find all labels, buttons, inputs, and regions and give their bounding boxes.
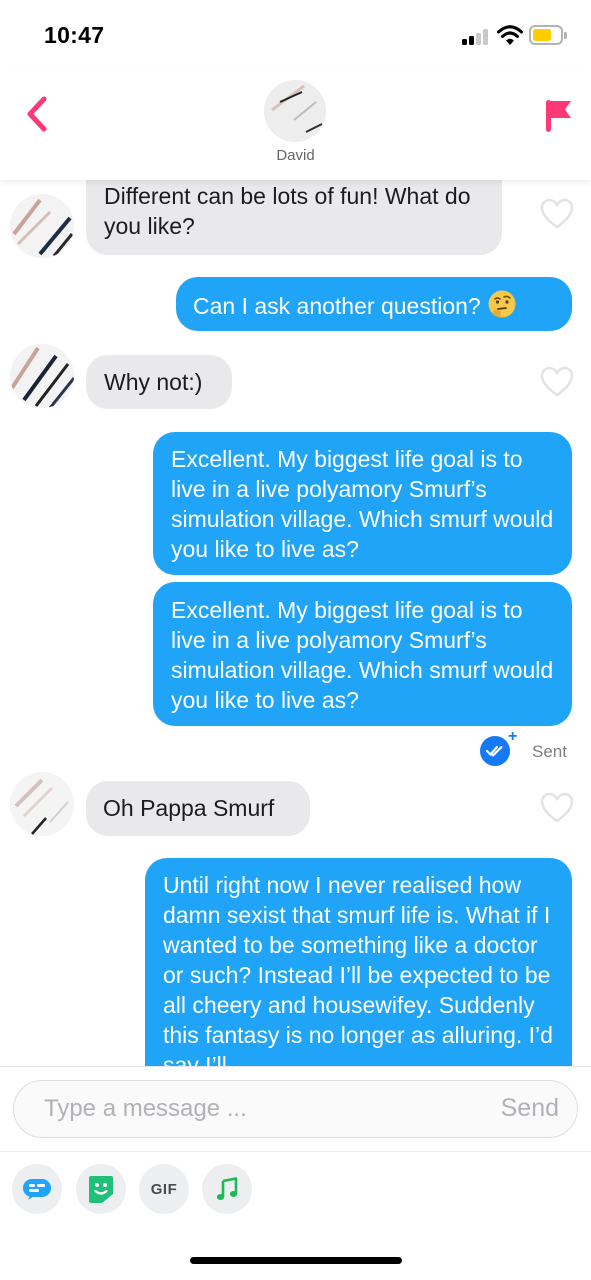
message-text: Why not:) xyxy=(104,369,203,395)
divider xyxy=(0,1151,591,1152)
message-list[interactable]: Different can be lots of fun! What do yo… xyxy=(0,180,591,1066)
chat-header: David xyxy=(0,70,591,180)
music-note-icon xyxy=(216,1177,238,1200)
music-button[interactable] xyxy=(202,1164,252,1214)
gif-label: GIF xyxy=(150,1180,178,1198)
message-text: Excellent. My biggest life goal is to li… xyxy=(171,597,554,713)
like-heart-icon[interactable] xyxy=(540,792,574,824)
message-status: + Sent xyxy=(480,728,580,768)
back-button[interactable] xyxy=(14,90,58,138)
outgoing-message[interactable]: Excellent. My biggest life goal is to li… xyxy=(153,432,572,575)
report-button[interactable] xyxy=(536,94,580,138)
contact-avatar[interactable] xyxy=(10,344,74,408)
plus-icon: + xyxy=(508,728,518,745)
contact-avatar[interactable] xyxy=(10,772,74,836)
message-text: Excellent. My biggest life goal is to li… xyxy=(171,446,554,562)
double-check-icon xyxy=(485,745,503,757)
cellular-signal-icon xyxy=(462,29,490,45)
smart-reply-button[interactable] xyxy=(12,1164,62,1214)
read-receipt-icon[interactable] xyxy=(480,736,510,766)
message-input-container: Send xyxy=(13,1080,578,1138)
message-text: Different can be lots of fun! What do yo… xyxy=(104,183,471,239)
contact-name: David xyxy=(276,147,315,164)
outgoing-message[interactable]: Excellent. My biggest life goal is to li… xyxy=(153,582,572,726)
message-composer: Send GIF xyxy=(0,1066,591,1280)
send-button[interactable]: Send xyxy=(501,1094,559,1123)
battery-icon xyxy=(529,25,567,45)
wifi-icon xyxy=(497,25,523,45)
message-text: Until right now I never realised how dam… xyxy=(163,872,553,1066)
message-input[interactable] xyxy=(44,1081,464,1137)
message-text: Can I ask another question? xyxy=(193,293,481,319)
avatar-photo xyxy=(264,80,326,142)
like-heart-icon[interactable] xyxy=(540,198,574,230)
like-heart-icon[interactable] xyxy=(540,366,574,398)
avatar-photo xyxy=(10,344,74,408)
contact-avatar[interactable] xyxy=(264,80,326,142)
avatar-photo xyxy=(10,772,74,836)
status-bar: 10:47 xyxy=(0,0,591,70)
avatar-photo xyxy=(10,194,74,258)
chevron-left-icon xyxy=(27,96,47,132)
flag-icon xyxy=(546,100,571,132)
message-card-icon xyxy=(23,1179,51,1200)
outgoing-message[interactable]: Until right now I never realised how dam… xyxy=(145,858,572,1066)
sticker-button[interactable] xyxy=(76,1164,126,1214)
gif-button[interactable]: GIF xyxy=(139,1164,189,1214)
sticker-icon xyxy=(89,1176,113,1203)
home-indicator xyxy=(190,1257,402,1264)
message-text: Oh Pappa Smurf xyxy=(103,795,275,821)
sent-label: Sent xyxy=(532,742,567,761)
incoming-message[interactable]: Oh Pappa Smurf xyxy=(86,781,310,836)
thinking-face-icon xyxy=(488,290,516,318)
contact-avatar[interactable] xyxy=(10,194,74,258)
incoming-message[interactable]: Different can be lots of fun! What do yo… xyxy=(86,180,502,255)
status-time: 10:47 xyxy=(44,22,105,48)
outgoing-message[interactable]: Can I ask another question? xyxy=(176,277,572,331)
incoming-message[interactable]: Why not:) xyxy=(86,355,232,409)
